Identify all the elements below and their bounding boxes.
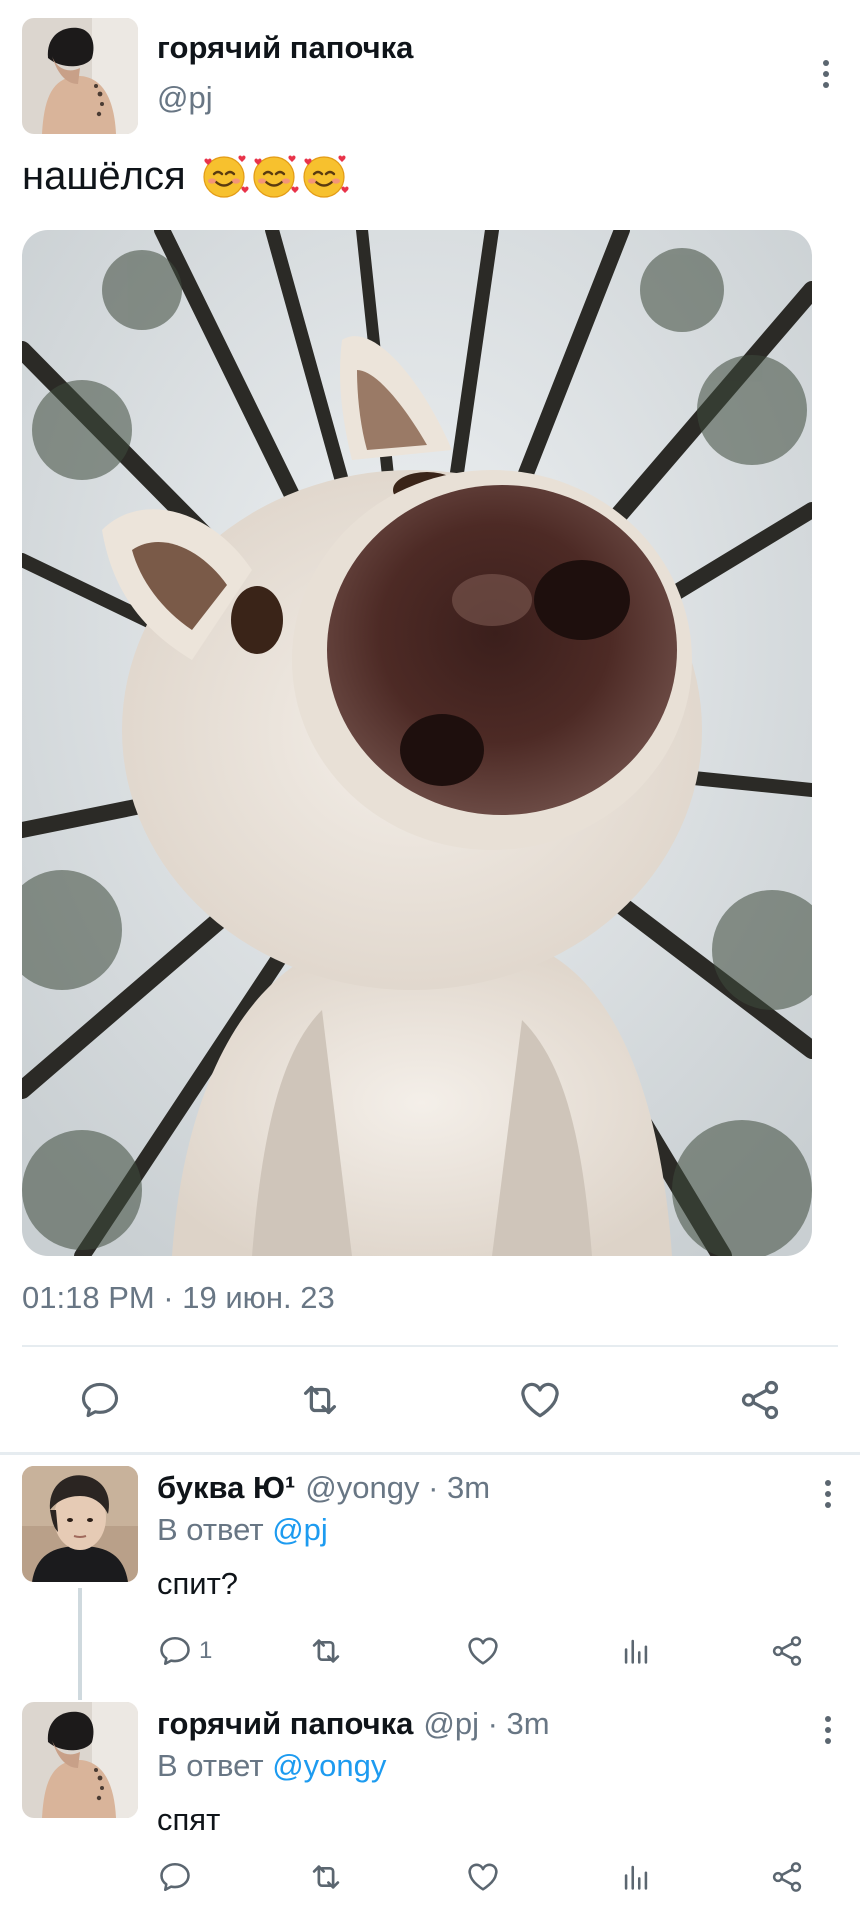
divider bbox=[0, 1452, 860, 1455]
author-handle[interactable]: @pj bbox=[157, 80, 213, 116]
reply-context: В ответ @yongy bbox=[157, 1748, 386, 1784]
reply-tweet[interactable]: буква Ю¹ @yongy · 3m В ответ @pj спит? 1 bbox=[0, 1466, 860, 1700]
tweet-action-bar bbox=[22, 1365, 838, 1435]
smiling-face-with-hearts-icon bbox=[298, 150, 350, 202]
tweet-header: горячий папочка @pj bbox=[22, 18, 838, 134]
reply-text: спит? bbox=[157, 1566, 239, 1601]
divider bbox=[22, 1345, 838, 1347]
tweet-timestamp[interactable]: 01:18 PM · 19 июн. 23 bbox=[22, 1280, 335, 1316]
thread-line bbox=[78, 1588, 82, 1700]
share-icon[interactable] bbox=[725, 1365, 795, 1435]
reply-icon[interactable] bbox=[65, 1365, 135, 1435]
stats-icon[interactable] bbox=[619, 1626, 653, 1676]
reply-prefix: В ответ bbox=[157, 1748, 264, 1783]
reply-prefix: В ответ bbox=[157, 1512, 264, 1547]
reply-meta: @pj · 3m bbox=[423, 1706, 550, 1741]
reply-button[interactable]: 1 bbox=[157, 1626, 212, 1676]
reply-header: буква Ю¹ @yongy · 3m bbox=[157, 1470, 490, 1506]
reply-context: В ответ @pj bbox=[157, 1512, 328, 1548]
reply-author-name[interactable]: горячий папочка bbox=[157, 1706, 413, 1741]
more-options-icon[interactable] bbox=[818, 1710, 838, 1750]
reply-text: спят bbox=[157, 1802, 221, 1837]
reply-author-name[interactable]: буква Ю¹ bbox=[157, 1470, 295, 1505]
reply-meta: @yongy · 3m bbox=[305, 1470, 491, 1505]
smiling-face-with-hearts-icon bbox=[198, 150, 250, 202]
author-name[interactable]: горячий папочка bbox=[157, 30, 413, 66]
reply-icon[interactable] bbox=[157, 1852, 193, 1902]
like-icon[interactable] bbox=[465, 1852, 501, 1902]
reply-action-bar bbox=[157, 1852, 817, 1902]
reply-header: горячий папочка @pj · 3m bbox=[157, 1706, 550, 1742]
reply-count: 1 bbox=[199, 1637, 213, 1664]
more-options-icon[interactable] bbox=[816, 54, 836, 94]
retweet-icon[interactable] bbox=[285, 1365, 355, 1435]
reply-action-bar: 1 bbox=[157, 1626, 817, 1676]
reply-tweet[interactable]: горячий папочка @pj · 3m В ответ @yongy с… bbox=[0, 1702, 860, 1920]
reply-mention-link[interactable]: @pj bbox=[272, 1512, 328, 1547]
more-options-icon[interactable] bbox=[818, 1474, 838, 1514]
share-icon[interactable] bbox=[769, 1626, 805, 1676]
reply-mention-link[interactable]: @yongy bbox=[272, 1748, 386, 1783]
tweet-text: нашёлся bbox=[22, 150, 348, 202]
share-icon[interactable] bbox=[769, 1852, 805, 1902]
reply-author-avatar[interactable] bbox=[22, 1466, 138, 1582]
tweet-text-content: нашёлся bbox=[22, 153, 186, 198]
smiling-face-with-hearts-icon bbox=[248, 150, 300, 202]
like-icon[interactable] bbox=[505, 1365, 575, 1435]
stats-icon[interactable] bbox=[619, 1852, 653, 1902]
tweet-media-image[interactable] bbox=[22, 230, 812, 1256]
author-avatar[interactable] bbox=[22, 18, 138, 134]
retweet-icon[interactable] bbox=[307, 1626, 345, 1676]
emoji-row bbox=[198, 150, 348, 202]
reply-icon bbox=[157, 1633, 193, 1669]
retweet-icon[interactable] bbox=[307, 1852, 345, 1902]
like-icon[interactable] bbox=[465, 1626, 501, 1676]
reply-author-avatar[interactable] bbox=[22, 1702, 138, 1818]
